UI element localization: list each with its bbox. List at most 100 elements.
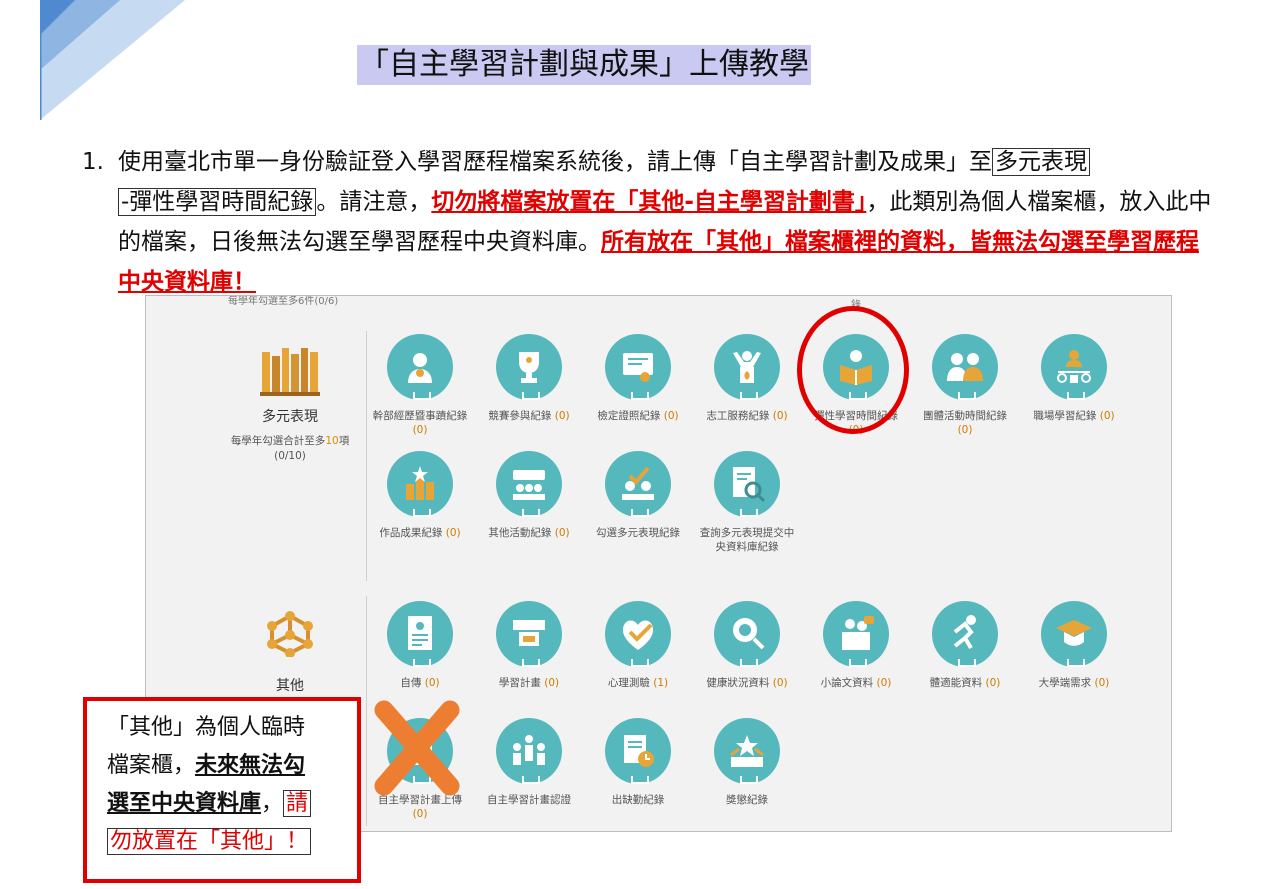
nav-item-health[interactable]: 健康狀況資料 (0)	[697, 601, 797, 690]
cross-mark-icon	[374, 700, 460, 796]
item-count: (0)	[412, 424, 428, 436]
icon-circle	[496, 718, 562, 784]
item-label: 其他活動紀錄 (0)	[488, 527, 570, 539]
nav-item-group[interactable]: 幹部經歷暨事蹟紀錄 (0)	[370, 334, 470, 437]
icon-circle	[605, 451, 671, 517]
nav-item-workplace[interactable]: 職場學習紀錄 (0)	[1024, 334, 1124, 423]
icon-circle	[714, 601, 780, 667]
nav-item-trophy[interactable]: 競賽參與紀錄 (0)	[479, 334, 579, 423]
category-label: 其他	[276, 678, 304, 694]
icon-circle	[387, 451, 453, 517]
item-count: (0)	[554, 410, 570, 422]
item-label: 勾選多元表現紀錄	[596, 527, 680, 539]
workplace-icon	[1057, 350, 1091, 383]
warning-text: 切勿將檔案放置在「其他-自主學習計劃書」	[431, 189, 867, 215]
item-label: 自主學習計畫認證	[487, 794, 571, 806]
network-icon	[267, 611, 313, 658]
item-count: (0)	[424, 677, 440, 689]
item-label: 出缺勤紀錄	[611, 794, 665, 806]
nav-item-autobiography[interactable]: 自傳 (0)	[370, 601, 470, 690]
text-segment: 使用臺北市單一身份驗証登入學習歷程檔案系統後，請上傳「自主學習計劃及成果」至	[118, 149, 992, 175]
slide: 「自主學習計劃與成果」上傳教學 1. 使用臺北市單一身份驗証登入學習歷程檔案系統…	[0, 0, 1261, 889]
item-label: 健康狀況資料 (0)	[706, 677, 788, 689]
boxed-term-continued: -彈性學習時間紀錄	[118, 188, 317, 216]
item-label: 自傳 (0)	[400, 677, 440, 689]
icon-circle	[714, 718, 780, 784]
nav-item-plan-certify[interactable]: 自主學習計畫認證	[479, 718, 579, 807]
corner-decoration	[40, 0, 185, 120]
item-count: (0)	[554, 527, 570, 539]
slide-title: 「自主學習計劃與成果」上傳教學	[357, 45, 811, 85]
item-count: (0)	[1099, 410, 1115, 422]
item-label: 作品成果紀錄 (0)	[379, 527, 461, 539]
item-label: 競賽參與紀錄 (0)	[488, 410, 570, 422]
warning-callout: 「其他」為個人臨時 檔案櫃，未來無法勾 選至中央資料庫，請 勿放置在「其他」！	[83, 697, 361, 883]
item-count: (0)	[445, 527, 461, 539]
icon-circle	[932, 601, 998, 667]
icon-circle	[387, 334, 453, 400]
instruction-text: 使用臺北市單一身份驗証登入學習歷程檔案系統後，請上傳「自主學習計劃及成果」至 多元…	[118, 142, 1212, 302]
cut-off-text: 每學年勾選至多6件(0/6)	[228, 296, 339, 307]
certificate-icon	[623, 353, 653, 382]
nav-item-graduation-cap[interactable]: 大學端需求 (0)	[1024, 601, 1124, 690]
item-label: 職場學習紀錄 (0)	[1033, 410, 1115, 422]
icon-circle	[823, 601, 889, 667]
category-note: 每學年勾選合計至多10項 (0/10)	[230, 435, 350, 462]
nav-item-study-plan[interactable]: 學習計畫 (0)	[479, 601, 579, 690]
item-label: 志工服務紀錄 (0)	[706, 410, 788, 422]
nav-item-volunteer[interactable]: 志工服務紀錄 (0)	[697, 334, 797, 423]
item-label: 體適能資料 (0)	[929, 677, 1001, 689]
item-label: 心理測驗 (1)	[607, 677, 669, 689]
team-icon	[947, 353, 983, 381]
icon-circle	[605, 334, 671, 400]
icon-circle	[496, 334, 562, 400]
nav-item-team[interactable]: 團體活動時間紀錄 (0)	[915, 334, 1015, 437]
nav-item-award[interactable]: 獎懲紀錄	[697, 718, 797, 807]
nav-item-achievement[interactable]: 作品成果紀錄 (0)	[370, 451, 470, 540]
nav-item-select-check[interactable]: 勾選多元表現紀錄	[588, 451, 688, 540]
icon-circle	[605, 601, 671, 667]
divider	[366, 596, 367, 826]
item-count: (0)	[544, 677, 560, 689]
category-label: 多元表現	[262, 409, 318, 425]
item-label: 檢定證照紀錄 (0)	[597, 410, 679, 422]
item-count: (0)	[412, 808, 428, 820]
nav-item-essay[interactable]: 小論文資料 (0)	[806, 601, 906, 690]
item-count: (1)	[653, 677, 669, 689]
callout-line: 勿放置在「其他」！	[107, 823, 357, 861]
text-segment: 。請注意，	[316, 189, 432, 215]
psych-test-icon	[622, 620, 654, 650]
item-count: (0)	[772, 677, 788, 689]
instruction-paragraph: 1. 使用臺北市單一身份驗証登入學習歷程檔案系統後，請上傳「自主學習計劃及成果」…	[82, 142, 1212, 302]
item-label: 大學端需求 (0)	[1038, 677, 1110, 689]
item-label: 自主學習計畫上傳 (0)	[378, 794, 462, 820]
boxed-term: 多元表現	[992, 148, 1090, 176]
item-count: (0)	[663, 410, 679, 422]
nav-item-activity[interactable]: 其他活動紀錄 (0)	[479, 451, 579, 540]
graduation-cap-icon	[1056, 620, 1092, 646]
nav-item-document-search[interactable]: 查詢多元表現提交中央資料庫紀錄	[697, 451, 797, 554]
highlight-circle	[797, 306, 909, 434]
item-count: (0)	[876, 677, 892, 689]
item-label: 學習計畫 (0)	[498, 677, 560, 689]
icon-circle	[714, 334, 780, 400]
item-count: (0)	[985, 677, 1001, 689]
item-label: 團體活動時間紀錄 (0)	[923, 410, 1007, 436]
trophy-icon	[519, 352, 539, 383]
list-number: 1.	[82, 149, 104, 175]
fitness-icon	[953, 615, 976, 650]
item-label: 小論文資料 (0)	[820, 677, 892, 689]
plan-certify-icon	[513, 735, 545, 765]
nav-item-certificate[interactable]: 檢定證照紀錄 (0)	[588, 334, 688, 423]
icon-circle	[1041, 601, 1107, 667]
icon-circle	[496, 601, 562, 667]
icon-circle	[387, 601, 453, 667]
study-plan-icon	[513, 620, 545, 646]
item-label: 查詢多元表現提交中央資料庫紀錄	[699, 527, 795, 553]
nav-item-fitness[interactable]: 體適能資料 (0)	[915, 601, 1015, 690]
nav-item-psych-test[interactable]: 心理測驗 (1)	[588, 601, 688, 690]
item-count: (0)	[957, 424, 973, 436]
nav-item-attendance[interactable]: 出缺勤紀錄	[588, 718, 688, 807]
essay-icon	[842, 616, 874, 650]
item-count: (0)	[1094, 677, 1110, 689]
